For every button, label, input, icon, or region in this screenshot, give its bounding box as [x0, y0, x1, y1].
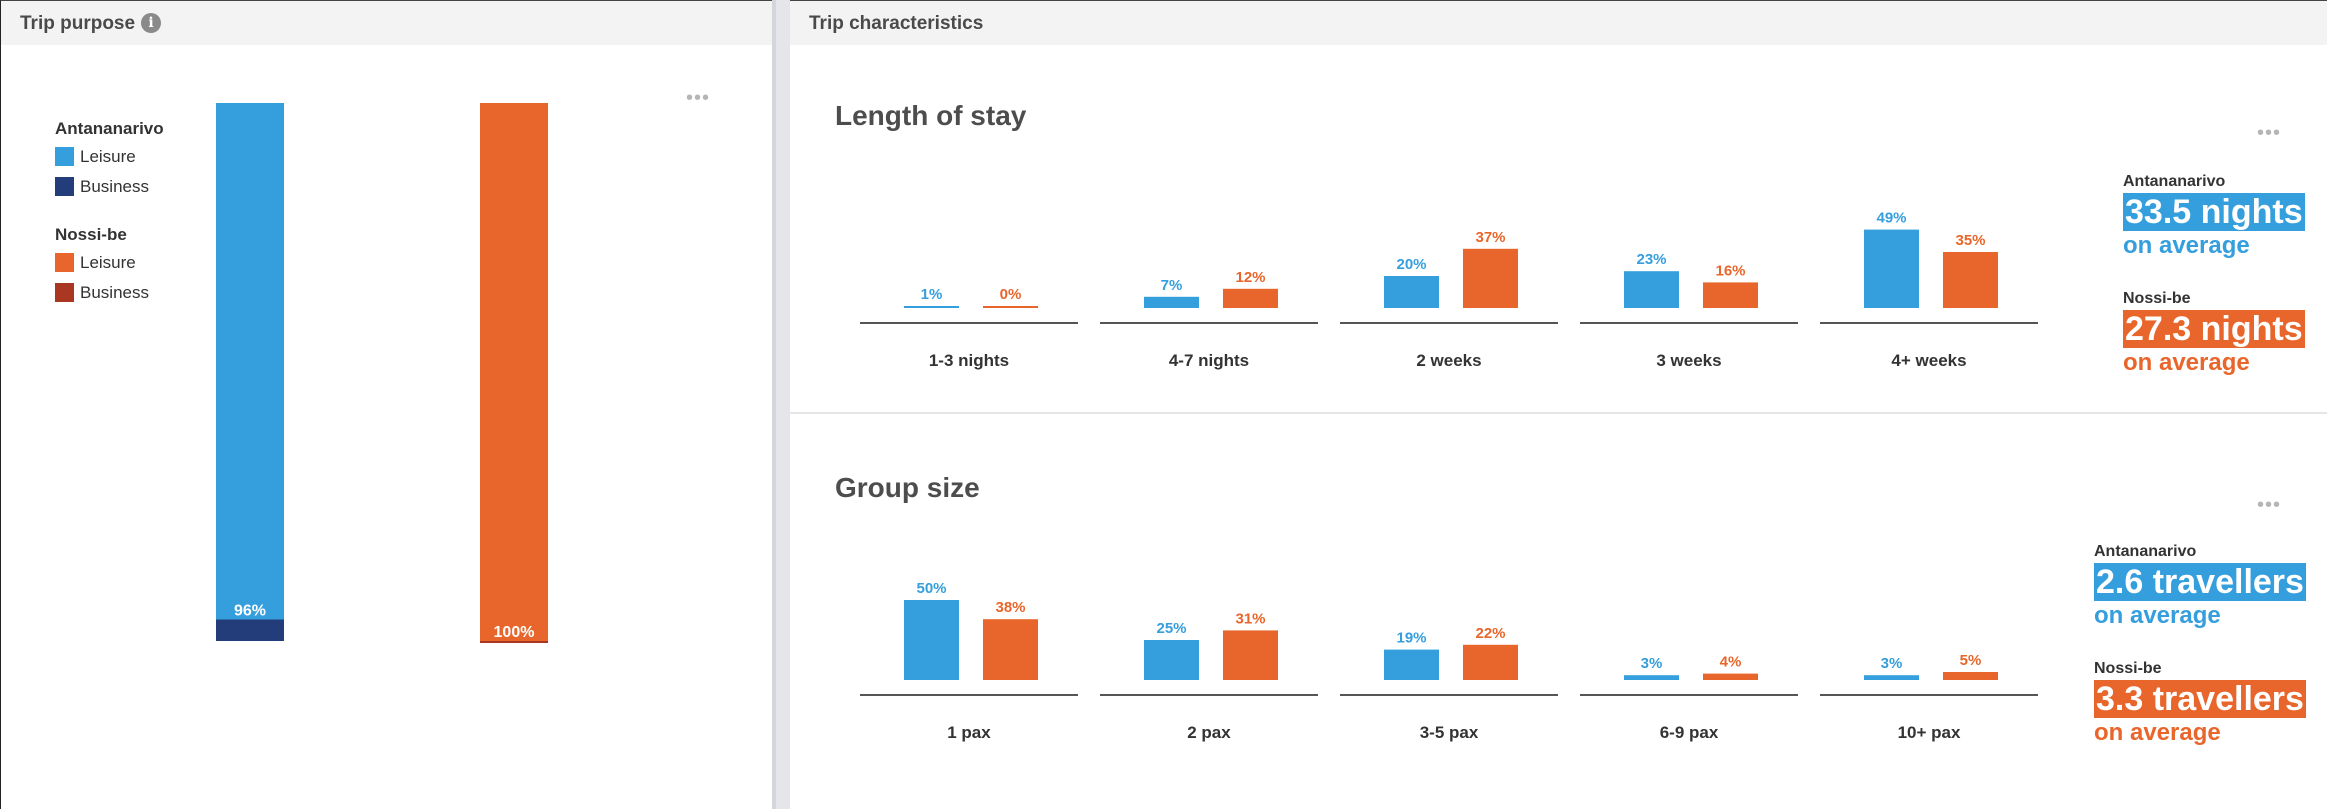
group-average-nossibe: Nossi-be 3.3 travellers on average — [2094, 660, 2306, 748]
category-tick-label: 3-5 pax — [1420, 723, 1479, 742]
bar-data-label: 0% — [1000, 286, 1022, 303]
average-value: 33.5 nights — [2123, 193, 2305, 231]
bar-data-label: 16% — [1715, 262, 1745, 279]
category-tick-label: 2 weeks — [1416, 351, 1481, 370]
average-city: Antananarivo — [2094, 543, 2197, 560]
bar-nossibe-2 — [1463, 248, 1518, 308]
bar-nossibe-0 — [983, 619, 1038, 680]
average-value: 2.6 travellers — [2094, 563, 2306, 601]
bar-data-label: 35% — [1955, 232, 1985, 249]
average-value: 3.3 travellers — [2094, 680, 2306, 718]
stay-average-nossibe: Nossi-be 27.3 nights on average — [2123, 290, 2305, 378]
bar-nossibe-4 — [1943, 672, 1998, 680]
category-tick-label: 1-3 nights — [929, 351, 1009, 370]
average-suffix: on average — [2094, 602, 2221, 629]
bar-data-label: 38% — [995, 599, 1025, 616]
bar-data-label: 20% — [1396, 256, 1426, 273]
bar-data-label: 31% — [1235, 610, 1265, 627]
category-tick-label: 4+ weeks — [1891, 351, 1966, 370]
bar-data-label: 3% — [1641, 655, 1663, 672]
bar-antananarivo-2 — [1384, 649, 1439, 680]
bar-data-label: 19% — [1396, 630, 1426, 647]
category-tick-label: 6-9 pax — [1660, 723, 1719, 742]
category-tick-label: 1 pax — [947, 723, 991, 742]
bar-data-label: 1% — [921, 286, 943, 303]
bar-data-label: 37% — [1475, 229, 1505, 246]
bar-antananarivo-0 — [904, 600, 959, 680]
bar-antananarivo-4 — [1864, 229, 1919, 308]
bar-nossibe-4 — [1943, 252, 1998, 308]
bar-nossibe-1 — [1223, 630, 1278, 680]
bar-nossibe-1 — [1223, 288, 1278, 308]
average-city: Nossi-be — [2094, 660, 2162, 677]
bar-nossibe-2 — [1463, 644, 1518, 680]
average-city: Nossi-be — [2123, 290, 2191, 307]
stay-average-antananarivo: Antananarivo 33.5 nights on average — [2123, 173, 2305, 261]
bar-nossibe-3 — [1703, 673, 1758, 680]
bar-data-label: 4% — [1720, 654, 1742, 671]
category-tick-label: 10+ pax — [1898, 723, 1961, 742]
average-suffix: on average — [2094, 719, 2221, 746]
bar-data-label: 23% — [1636, 251, 1666, 268]
bar-antananarivo-3 — [1624, 271, 1679, 308]
bar-data-label: 49% — [1876, 210, 1906, 227]
bar-data-label: 12% — [1235, 269, 1265, 286]
bar-data-label: 5% — [1960, 652, 1982, 669]
average-city: Antananarivo — [2123, 173, 2226, 190]
category-tick-label: 3 weeks — [1656, 351, 1721, 370]
bar-antananarivo-1 — [1144, 640, 1199, 680]
average-value: 27.3 nights — [2123, 310, 2305, 348]
group-average-antananarivo: Antananarivo 2.6 travellers on average — [2094, 543, 2306, 631]
bar-data-label: 22% — [1475, 625, 1505, 642]
category-tick-label: 4-7 nights — [1169, 351, 1249, 370]
bar-antananarivo-2 — [1384, 276, 1439, 308]
bar-data-label: 25% — [1156, 620, 1186, 637]
bar-data-label: 7% — [1161, 277, 1183, 294]
bar-nossibe-0 — [983, 306, 1038, 308]
bar-nossibe-3 — [1703, 282, 1758, 308]
average-suffix: on average — [2123, 232, 2250, 259]
bar-antananarivo-4 — [1864, 675, 1919, 680]
bar-antananarivo-1 — [1144, 296, 1199, 308]
bar-data-label: 3% — [1881, 655, 1903, 672]
bar-antananarivo-3 — [1624, 675, 1679, 680]
average-suffix: on average — [2123, 349, 2250, 376]
bar-antananarivo-0 — [904, 306, 959, 308]
length-of-stay-chart: 1% 0% 1-3 nights 7% 12% 4-7 nights 20% 37% 2 wee… — [860, 210, 2038, 742]
bar-data-label: 50% — [916, 580, 946, 597]
category-tick-label: 2 pax — [1187, 723, 1231, 742]
